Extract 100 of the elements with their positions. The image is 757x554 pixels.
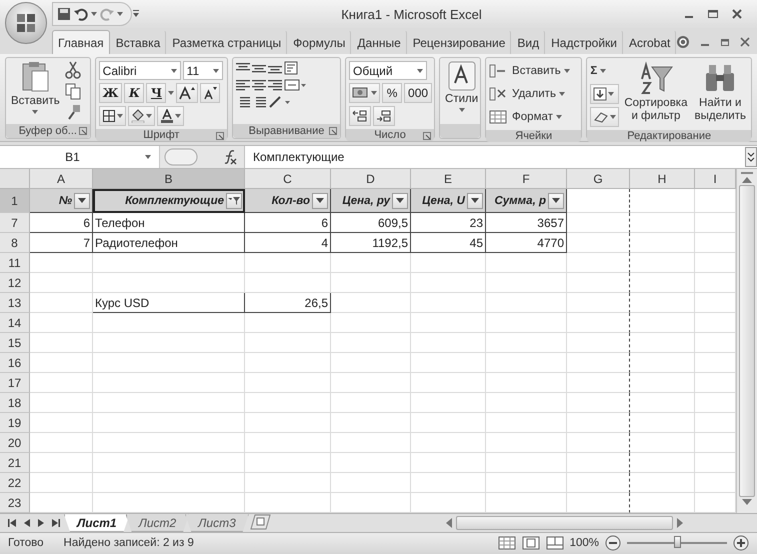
undo-icon[interactable]: [74, 7, 88, 22]
scroll-left-icon[interactable]: [446, 518, 452, 528]
borders-button[interactable]: [98, 106, 126, 126]
row-header[interactable]: 17: [0, 373, 30, 394]
percent-button[interactable]: %: [382, 83, 402, 104]
filter-button[interactable]: [74, 192, 90, 209]
previous-sheet-icon[interactable]: [24, 519, 30, 528]
horizontal-scrollbar-thumb[interactable]: [456, 516, 673, 530]
restore-icon[interactable]: [720, 37, 730, 48]
function-icon[interactable]: [222, 149, 238, 166]
font-name-field[interactable]: Calibri: [98, 61, 181, 80]
scroll-handle-icon[interactable]: [164, 148, 198, 166]
dialog-launcher-icon[interactable]: [78, 127, 87, 136]
underline-button[interactable]: Ч: [146, 83, 166, 104]
shrink-font-button[interactable]: [200, 83, 220, 104]
help-icon[interactable]: [676, 35, 690, 50]
filter-button[interactable]: [226, 192, 242, 209]
formula-field[interactable]: Комплектующие: [245, 150, 745, 164]
format-cells-button[interactable]: Формат: [489, 107, 570, 128]
find-select-button[interactable]: Найти и выделить: [692, 61, 748, 128]
row-header[interactable]: 23: [0, 493, 30, 514]
split-handle-icon[interactable]: [740, 171, 754, 176]
row-header[interactable]: 22: [0, 473, 30, 494]
filter-button[interactable]: [312, 192, 328, 209]
caret-icon: [116, 114, 123, 118]
increase-decimal-button[interactable]: [349, 106, 372, 126]
close-icon[interactable]: [731, 8, 743, 20]
row-header[interactable]: 18: [0, 393, 30, 414]
normal-view-icon[interactable]: [498, 536, 516, 550]
row-header[interactable]: 12: [0, 273, 30, 294]
thousands-button[interactable]: 000: [404, 83, 432, 104]
table-cell: 4770: [486, 233, 567, 254]
filter-button[interactable]: [392, 192, 408, 209]
last-sheet-icon[interactable]: [52, 519, 60, 528]
scroll-right-icon[interactable]: [677, 518, 683, 528]
row-header[interactable]: 1: [0, 189, 30, 214]
column-header[interactable]: H: [630, 169, 695, 190]
row-header[interactable]: 19: [0, 413, 30, 434]
zoom-slider-thumb[interactable]: [674, 536, 681, 548]
dialog-launcher-icon[interactable]: [216, 132, 224, 140]
vertical-scrollbar-thumb[interactable]: [739, 185, 755, 498]
italic-button[interactable]: К: [124, 83, 144, 104]
column-header[interactable]: F: [486, 169, 567, 190]
clear-button[interactable]: [590, 107, 620, 128]
decrease-decimal-button[interactable]: [373, 106, 396, 126]
currency-button[interactable]: [349, 83, 380, 104]
align-left-icon: [236, 79, 250, 92]
ribbon-tab[interactable]: Главная: [52, 30, 110, 54]
font-size-field[interactable]: 11: [182, 61, 223, 80]
fill-button[interactable]: [590, 84, 620, 104]
row-header[interactable]: 16: [0, 353, 30, 374]
column-header[interactable]: D: [331, 169, 411, 190]
insert-cells-button[interactable]: Вставить: [489, 61, 570, 82]
column-header[interactable]: E: [411, 169, 486, 190]
copy-icon[interactable]: [64, 82, 81, 100]
sort-filter-button[interactable]: Сортировка и фильтр: [622, 61, 690, 128]
dialog-launcher-icon[interactable]: [329, 127, 338, 136]
scissors-icon[interactable]: [64, 61, 81, 80]
zoom-out-icon[interactable]: [605, 535, 621, 552]
column-header[interactable]: C: [245, 169, 331, 190]
sheet-tab[interactable]: Лист3: [185, 514, 249, 532]
row-header[interactable]: 21: [0, 453, 30, 474]
row-header[interactable]: 20: [0, 433, 30, 454]
wrap-text-icon[interactable]: [284, 61, 300, 76]
row-header[interactable]: 14: [0, 313, 30, 334]
bold-button[interactable]: Ж: [98, 83, 122, 104]
row-header[interactable]: 7: [0, 213, 30, 234]
first-sheet-icon[interactable]: [8, 519, 16, 528]
page-break-icon[interactable]: [546, 536, 564, 550]
paste-button[interactable]: Вставить: [9, 61, 62, 122]
sheet-tab[interactable]: Лист1: [64, 514, 130, 532]
next-sheet-icon[interactable]: [38, 519, 44, 528]
zoom-level-text: 100%: [570, 537, 599, 550]
new-sheet-icon[interactable]: [248, 514, 271, 530]
column-header[interactable]: A: [30, 169, 93, 190]
row-header[interactable]: 15: [0, 333, 30, 354]
filter-button[interactable]: [467, 192, 483, 209]
sheet-tab[interactable]: Лист2: [126, 514, 190, 532]
font-color-button[interactable]: [156, 106, 184, 126]
page-layout-icon[interactable]: [522, 536, 540, 550]
maximize-icon[interactable]: [707, 8, 719, 20]
customize-toolbar-icon[interactable]: [132, 9, 140, 20]
autosum-button[interactable]: Σ: [590, 61, 620, 82]
dialog-launcher-icon[interactable]: [423, 132, 432, 140]
column-header[interactable]: I: [695, 169, 736, 190]
column-header[interactable]: B: [93, 169, 245, 190]
delete-cells-button[interactable]: Удалить: [489, 84, 570, 104]
merge-cells-icon[interactable]: [284, 78, 306, 92]
zoom-in-icon[interactable]: [733, 535, 749, 552]
filter-button[interactable]: [548, 192, 564, 209]
row-header[interactable]: 13: [0, 293, 30, 314]
row-header[interactable]: 11: [0, 253, 30, 274]
number-format-field[interactable]: Общий: [349, 61, 428, 80]
expand-icon[interactable]: [745, 147, 757, 168]
fill-color-button[interactable]: [128, 106, 155, 126]
save-icon[interactable]: [57, 7, 71, 22]
row-header[interactable]: 8: [0, 233, 30, 254]
grow-font-button[interactable]: [176, 83, 198, 104]
close-icon[interactable]: [740, 37, 750, 48]
column-header[interactable]: G: [567, 169, 630, 190]
